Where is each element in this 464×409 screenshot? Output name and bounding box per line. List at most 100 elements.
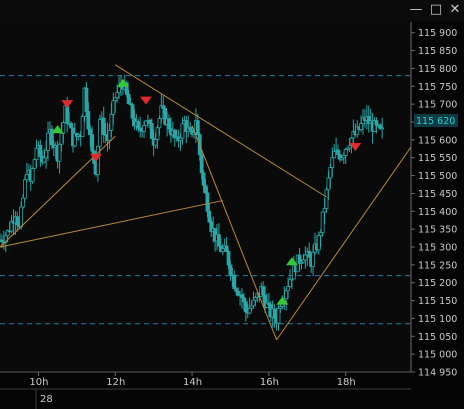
candle-body xyxy=(130,104,135,119)
candle-body xyxy=(97,118,102,147)
candle-body xyxy=(57,143,62,162)
candle-body xyxy=(284,290,289,300)
candle-body xyxy=(201,172,206,186)
candle-body xyxy=(286,286,290,292)
y-tick-label: 115 800 xyxy=(418,64,457,75)
y-tick-label: 115 250 xyxy=(418,260,457,271)
y-tick-label: 114 950 xyxy=(418,368,457,379)
candle-body xyxy=(253,296,258,301)
candle-body xyxy=(88,128,93,136)
candle-body xyxy=(59,132,64,145)
y-tick-label: 115 500 xyxy=(418,171,457,182)
candle-body xyxy=(136,121,141,129)
candle-body xyxy=(90,134,95,152)
y-tick-label: 115 150 xyxy=(418,296,457,307)
candle-body xyxy=(343,148,348,156)
candle-body xyxy=(42,157,47,163)
candle-body xyxy=(330,157,335,168)
candle-body xyxy=(224,245,229,252)
candle-body xyxy=(32,159,37,170)
candle-body xyxy=(149,123,154,139)
candle-body xyxy=(161,105,166,109)
candle-body xyxy=(115,92,120,99)
candle-body xyxy=(205,192,210,212)
candle-body xyxy=(38,144,43,157)
candle-body xyxy=(153,139,158,146)
candle-body xyxy=(188,126,193,131)
x-tick-label: 18h xyxy=(337,377,356,388)
y-tick-label: 115 000 xyxy=(418,350,457,361)
candle-body xyxy=(180,123,185,139)
y-tick-label: 115 050 xyxy=(418,332,457,343)
candle-body xyxy=(24,174,29,181)
trading-chart-window: — □ ✕ 115 900 115 850 115 800 115 750 115 70… xyxy=(0,0,464,409)
candle-body xyxy=(316,235,321,251)
candle-body xyxy=(311,251,315,267)
candle-body xyxy=(247,307,252,314)
candle-body xyxy=(167,118,171,130)
y-tick-label: 115 350 xyxy=(418,225,457,236)
candle-body xyxy=(46,132,50,151)
y-tick-label: 115 700 xyxy=(418,100,457,111)
candle-body xyxy=(107,129,112,141)
candle-body xyxy=(80,116,85,137)
candle-body xyxy=(109,113,114,131)
candle-body xyxy=(113,97,118,102)
candle-body xyxy=(142,125,146,132)
candle-body xyxy=(242,297,246,303)
candle-body xyxy=(21,197,25,208)
candle-body xyxy=(220,248,225,252)
y-tick-label: 115 550 xyxy=(418,153,457,164)
y-tick-label: 115 750 xyxy=(418,82,457,93)
candle-body xyxy=(322,208,327,213)
candle-body xyxy=(332,151,337,159)
candle-body xyxy=(326,177,331,191)
candle-body xyxy=(288,279,292,287)
candle-body xyxy=(111,100,116,115)
candle-body xyxy=(232,274,237,289)
candle-body xyxy=(65,105,70,124)
x-tick-label: 14h xyxy=(183,377,202,388)
plot-area xyxy=(0,22,411,372)
candle-body xyxy=(15,216,20,226)
y-tick-label: 115 300 xyxy=(418,243,457,254)
y-tick-label: 115 450 xyxy=(418,189,457,200)
candle-body xyxy=(359,123,363,130)
price-chart[interactable]: 115 900 115 850 115 800 115 750 115 700 115 6… xyxy=(0,0,464,409)
candle-body xyxy=(34,147,39,161)
candle-body xyxy=(126,94,131,105)
candle-body xyxy=(84,87,89,112)
candle-body xyxy=(380,127,385,130)
x-tick-label: 10h xyxy=(29,377,48,388)
y-tick-label: 115 600 xyxy=(418,135,457,146)
candle-body xyxy=(324,189,329,209)
y-tick-label: 115 100 xyxy=(418,314,457,325)
candle-body xyxy=(336,149,340,155)
candle-body xyxy=(30,168,35,182)
y-tick-label: 115 850 xyxy=(418,46,457,57)
candle-body xyxy=(243,301,248,313)
y-tick-label: 115 900 xyxy=(418,28,457,39)
candle-body xyxy=(86,111,91,130)
candle-body xyxy=(23,179,27,199)
candle-body xyxy=(307,250,312,258)
x-tick-label: 12h xyxy=(106,377,125,388)
candle-body xyxy=(328,167,333,179)
candle-body xyxy=(276,307,281,324)
candle-body xyxy=(44,149,48,159)
candle-body xyxy=(147,119,152,124)
candle-body xyxy=(228,264,233,276)
candle-body xyxy=(69,122,73,129)
x-tick-label: 16h xyxy=(260,377,279,388)
candle-body xyxy=(374,120,379,126)
candle-body xyxy=(318,232,323,237)
candle-body xyxy=(203,184,208,194)
candle-body xyxy=(207,210,212,223)
candle-body xyxy=(303,254,308,261)
day-label: 28 xyxy=(40,394,53,405)
y-tick-label: 115 400 xyxy=(418,207,457,218)
candle-body xyxy=(272,308,277,319)
candle-body xyxy=(234,288,239,292)
candle-body xyxy=(195,120,200,136)
y-tick-label: 115 200 xyxy=(418,278,457,289)
